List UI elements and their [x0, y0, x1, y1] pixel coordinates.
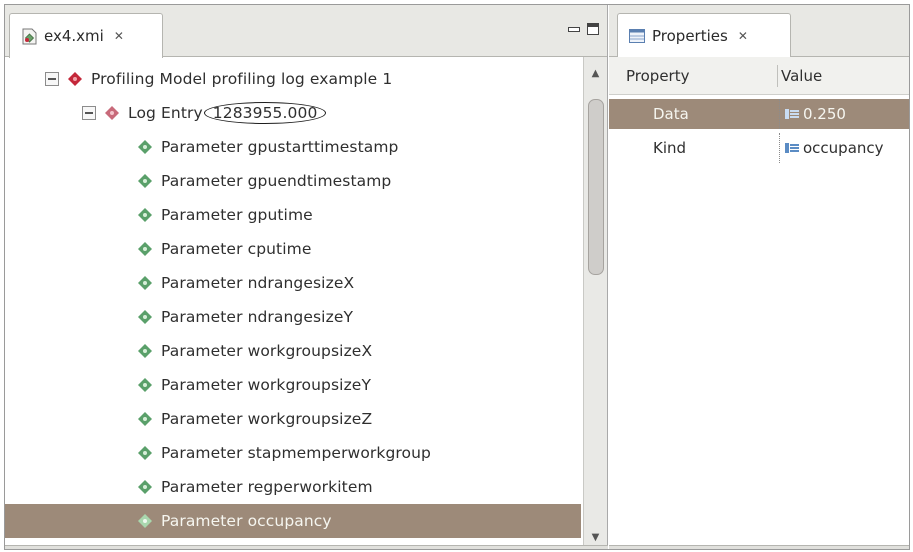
parameter-diamond-icon [138, 174, 152, 188]
editor-view-controls [567, 23, 599, 35]
editor-tabbar: ex4.xmi ✕ [5, 5, 607, 58]
tree-node-label: Parameter ndrangesizeY [161, 308, 354, 326]
close-icon[interactable]: ✕ [114, 29, 124, 43]
tree-node-parameter[interactable]: Parameter regperworkitem [5, 470, 581, 504]
collapse-toggle-icon[interactable] [82, 106, 96, 120]
tree-node-label: Log Entry [128, 104, 203, 122]
xmi-file-icon [20, 27, 38, 45]
tab-ex4-xmi[interactable]: ex4.xmi ✕ [9, 13, 163, 58]
scrollbar-thumb[interactable] [588, 99, 604, 275]
editor-tab-title: ex4.xmi [44, 27, 104, 45]
tree-node-parameter[interactable]: Parameter ndrangesizeY [5, 300, 581, 334]
properties-bottom-edge [609, 545, 909, 549]
log-entry-value: 1283955.000 [203, 102, 327, 124]
tree-node-parameter[interactable]: Parameter ndrangesizeX [5, 266, 581, 300]
tree-node-label: Parameter regperworkitem [161, 478, 373, 496]
property-row-data[interactable]: Data 0.250 [609, 99, 909, 129]
tree-node-parameter[interactable]: Parameter workgroupsizeX [5, 334, 581, 368]
properties-table-header: Property Value [609, 57, 909, 95]
tree-node-label: Parameter ndrangesizeX [161, 274, 355, 292]
property-value: occupancy [803, 139, 884, 157]
parameter-diamond-icon [138, 140, 152, 154]
maximize-icon[interactable] [587, 23, 599, 35]
tree-node-parameter[interactable]: Parameter gputime [5, 198, 581, 232]
column-separator[interactable] [777, 65, 778, 87]
tree-node-label: Parameter workgroupsizeZ [161, 410, 373, 428]
cell-divider [779, 99, 780, 129]
tree-node-parameter[interactable]: Parameter gpuendtimestamp [5, 164, 581, 198]
column-header-property[interactable]: Property [626, 57, 689, 95]
collapse-toggle-icon[interactable] [45, 72, 59, 86]
property-value-cell[interactable]: 0.250 [785, 99, 846, 129]
tree-node-label: Parameter occupancy [161, 512, 332, 530]
scroll-up-icon[interactable]: ▲ [587, 63, 604, 83]
cell-divider [779, 133, 780, 163]
tree-node-label: Parameter gpustarttimestamp [161, 138, 399, 156]
text-value-icon [785, 143, 799, 153]
tree-node-label: Parameter gputime [161, 206, 313, 224]
tree-node-label: Parameter stapmemperworkgroup [161, 444, 431, 462]
tree-vertical-scrollbar[interactable]: ▲ ▼ [583, 57, 607, 549]
column-header-value[interactable]: Value [781, 57, 822, 95]
close-icon[interactable]: ✕ [738, 29, 748, 43]
tree-node-parameter[interactable]: Parameter workgroupsizeZ [5, 402, 581, 436]
parameter-diamond-icon [138, 378, 152, 392]
tree-node-parameter[interactable]: Parameter stapmemperworkgroup [5, 436, 581, 470]
parameter-diamond-icon [138, 208, 152, 222]
properties-view: Properties ✕ Property Value Data 0.250 K… [609, 5, 909, 549]
parameter-diamond-icon [138, 514, 152, 528]
tree-node-parameter[interactable]: Parameter cputime [5, 232, 581, 266]
property-name: Kind [653, 139, 687, 157]
tree-node-parameter[interactable]: Parameter workgroupsizeY [5, 368, 581, 402]
properties-tab-title: Properties [652, 27, 728, 45]
parameter-diamond-icon [138, 446, 152, 460]
text-value-icon [785, 109, 799, 119]
tree-node-label: Parameter workgroupsizeY [161, 376, 372, 394]
property-value-cell[interactable]: occupancy [785, 133, 884, 163]
model-diamond-icon [68, 72, 82, 86]
model-tree: Profiling Model profiling log example 1 … [5, 57, 583, 549]
tree-node-label: Parameter cputime [161, 240, 312, 258]
tree-node-label: Parameter gpuendtimestamp [161, 172, 392, 190]
scroll-down-icon[interactable]: ▼ [587, 527, 604, 547]
tree-node-parameter-selected[interactable]: Parameter occupancy [5, 504, 581, 538]
tree-node-label: Parameter workgroupsizeX [161, 342, 373, 360]
editor-bottom-edge [5, 545, 608, 549]
properties-table-icon [628, 27, 646, 45]
tab-properties[interactable]: Properties ✕ [617, 13, 791, 58]
parameter-diamond-icon [138, 276, 152, 290]
property-value: 0.250 [803, 105, 846, 123]
property-name: Data [653, 105, 689, 123]
property-row-kind[interactable]: Kind occupancy [609, 133, 909, 163]
tree-node-parameter[interactable]: Parameter gpustarttimestamp [5, 130, 581, 164]
parameter-diamond-icon [138, 310, 152, 324]
workbench-window: ex4.xmi ✕ Profiling Model profiling log … [4, 4, 910, 550]
parameter-diamond-icon [138, 242, 152, 256]
model-editor-view: ex4.xmi ✕ Profiling Model profiling log … [5, 5, 608, 549]
minimize-icon[interactable] [567, 23, 580, 35]
properties-tabbar: Properties ✕ [609, 5, 909, 58]
parameter-diamond-icon [138, 480, 152, 494]
parameter-diamond-icon [138, 412, 152, 426]
tree-node-label: Profiling Model profiling log example 1 [91, 70, 393, 88]
parameter-diamond-icon [138, 344, 152, 358]
tree-node-log-entry[interactable]: Log Entry 1283955.000 [5, 96, 581, 130]
entry-diamond-icon [105, 106, 119, 120]
tree-node-root[interactable]: Profiling Model profiling log example 1 [5, 62, 581, 96]
